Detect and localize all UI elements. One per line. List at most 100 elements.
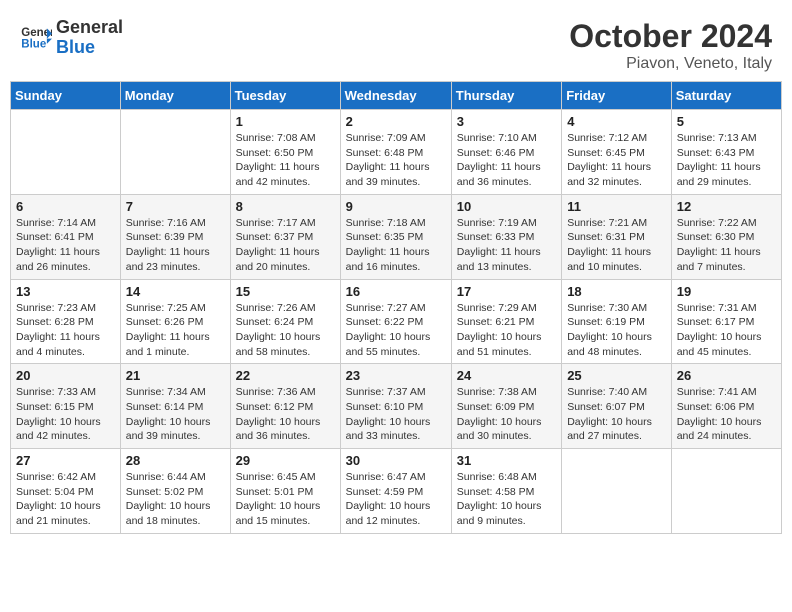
calendar-cell: 8 Sunrise: 7:17 AMSunset: 6:37 PMDaylight…	[230, 194, 340, 279]
sun-info: Sunrise: 7:25 AMSunset: 6:26 PMDaylight:…	[126, 301, 225, 360]
day-number: 2	[346, 114, 446, 129]
day-number: 5	[677, 114, 776, 129]
calendar-cell: 23 Sunrise: 7:37 AMSunset: 6:10 PMDayligh…	[340, 364, 451, 449]
day-number: 22	[236, 368, 335, 383]
calendar-cell: 24 Sunrise: 7:38 AMSunset: 6:09 PMDayligh…	[451, 364, 561, 449]
day-number: 4	[567, 114, 666, 129]
calendar-cell: 29Sunrise: 6:45 AMSunset: 5:01 PMDayligh…	[230, 449, 340, 534]
day-number: 13	[16, 284, 115, 299]
sun-info: Sunrise: 7:10 AMSunset: 6:46 PMDaylight:…	[457, 131, 556, 190]
logo: General Blue General Blue	[20, 18, 123, 58]
calendar-cell: 19Sunrise: 7:31 AMSunset: 6:17 PMDayligh…	[671, 279, 781, 364]
page-header: General Blue General Blue October 2024 P…	[10, 10, 782, 81]
calendar-week-row: 13 Sunrise: 7:23 AMSunset: 6:28 PMDayligh…	[11, 279, 782, 364]
day-number: 6	[16, 199, 115, 214]
sun-info: Sunrise: 7:17 AMSunset: 6:37 PMDaylight:…	[236, 216, 335, 275]
calendar-cell: 11 Sunrise: 7:21 AMSunset: 6:31 PMDayligh…	[562, 194, 672, 279]
sun-info: Sunrise: 7:29 AMSunset: 6:21 PMDaylight:…	[457, 301, 556, 360]
sun-info: Sunrise: 7:16 AMSunset: 6:39 PMDaylight:…	[126, 216, 225, 275]
sun-info: Sunrise: 7:22 AMSunset: 6:30 PMDaylight:…	[677, 216, 776, 275]
sun-info: Sunrise: 7:37 AMSunset: 6:10 PMDaylight:…	[346, 385, 446, 444]
sun-info: Sunrise: 7:26 AMSunset: 6:24 PMDaylight:…	[236, 301, 335, 360]
day-number: 19	[677, 284, 776, 299]
weekday-header-thursday: Thursday	[451, 82, 561, 110]
calendar-cell: 14Sunrise: 7:25 AMSunset: 6:26 PMDayligh…	[120, 279, 230, 364]
weekday-header-wednesday: Wednesday	[340, 82, 451, 110]
calendar-cell	[671, 449, 781, 534]
day-number: 9	[346, 199, 446, 214]
calendar-cell: 9 Sunrise: 7:18 AMSunset: 6:35 PMDaylight…	[340, 194, 451, 279]
calendar-cell: 18 Sunrise: 7:30 AMSunset: 6:19 PMDayligh…	[562, 279, 672, 364]
calendar-cell: 10Sunrise: 7:19 AMSunset: 6:33 PMDayligh…	[451, 194, 561, 279]
day-number: 24	[457, 368, 556, 383]
day-number: 27	[16, 453, 115, 468]
weekday-header-tuesday: Tuesday	[230, 82, 340, 110]
calendar-header-row: SundayMondayTuesdayWednesdayThursdayFrid…	[11, 82, 782, 110]
sun-info: Sunrise: 6:42 AMSunset: 5:04 PMDaylight:…	[16, 470, 115, 529]
day-number: 16	[346, 284, 446, 299]
calendar-cell: 20Sunrise: 7:33 AMSunset: 6:15 PMDayligh…	[11, 364, 121, 449]
day-number: 25	[567, 368, 666, 383]
day-number: 17	[457, 284, 556, 299]
day-number: 11	[567, 199, 666, 214]
title-block: October 2024 Piavon, Veneto, Italy	[569, 18, 772, 73]
sun-info: Sunrise: 7:34 AMSunset: 6:14 PMDaylight:…	[126, 385, 225, 444]
calendar-cell: 13 Sunrise: 7:23 AMSunset: 6:28 PMDayligh…	[11, 279, 121, 364]
calendar-cell: 31 Sunrise: 6:48 AMSunset: 4:58 PMDayligh…	[451, 449, 561, 534]
sun-info: Sunrise: 7:40 AMSunset: 6:07 PMDaylight:…	[567, 385, 666, 444]
sun-info: Sunrise: 6:44 AMSunset: 5:02 PMDaylight:…	[126, 470, 225, 529]
sun-info: Sunrise: 7:13 AMSunset: 6:43 PMDaylight:…	[677, 131, 776, 190]
calendar-cell: 21 Sunrise: 7:34 AMSunset: 6:14 PMDayligh…	[120, 364, 230, 449]
calendar-cell	[562, 449, 672, 534]
calendar-cell: 27 Sunrise: 6:42 AMSunset: 5:04 PMDayligh…	[11, 449, 121, 534]
calendar-cell: 5 Sunrise: 7:13 AMSunset: 6:43 PMDaylight…	[671, 110, 781, 195]
month-title: October 2024	[569, 18, 772, 55]
sun-info: Sunrise: 7:08 AMSunset: 6:50 PMDaylight:…	[236, 131, 335, 190]
sun-info: Sunrise: 7:36 AMSunset: 6:12 PMDaylight:…	[236, 385, 335, 444]
sun-info: Sunrise: 7:21 AMSunset: 6:31 PMDaylight:…	[567, 216, 666, 275]
sun-info: Sunrise: 7:41 AMSunset: 6:06 PMDaylight:…	[677, 385, 776, 444]
calendar-week-row: 20Sunrise: 7:33 AMSunset: 6:15 PMDayligh…	[11, 364, 782, 449]
calendar-cell: 2Sunrise: 7:09 AMSunset: 6:48 PMDaylight…	[340, 110, 451, 195]
day-number: 26	[677, 368, 776, 383]
sun-info: Sunrise: 7:38 AMSunset: 6:09 PMDaylight:…	[457, 385, 556, 444]
weekday-header-monday: Monday	[120, 82, 230, 110]
day-number: 30	[346, 453, 446, 468]
calendar-cell: 3 Sunrise: 7:10 AMSunset: 6:46 PMDaylight…	[451, 110, 561, 195]
calendar-cell: 16 Sunrise: 7:27 AMSunset: 6:22 PMDayligh…	[340, 279, 451, 364]
logo-general: General	[56, 18, 123, 38]
day-number: 31	[457, 453, 556, 468]
sun-info: Sunrise: 7:14 AMSunset: 6:41 PMDaylight:…	[16, 216, 115, 275]
sun-info: Sunrise: 6:48 AMSunset: 4:58 PMDaylight:…	[457, 470, 556, 529]
calendar-cell: 1 Sunrise: 7:08 AMSunset: 6:50 PMDaylight…	[230, 110, 340, 195]
calendar-week-row: 6 Sunrise: 7:14 AMSunset: 6:41 PMDaylight…	[11, 194, 782, 279]
sun-info: Sunrise: 7:27 AMSunset: 6:22 PMDaylight:…	[346, 301, 446, 360]
day-number: 10	[457, 199, 556, 214]
day-number: 3	[457, 114, 556, 129]
calendar-cell	[11, 110, 121, 195]
calendar-cell: 30Sunrise: 6:47 AMSunset: 4:59 PMDayligh…	[340, 449, 451, 534]
day-number: 23	[346, 368, 446, 383]
sun-info: Sunrise: 7:30 AMSunset: 6:19 PMDaylight:…	[567, 301, 666, 360]
day-number: 15	[236, 284, 335, 299]
calendar-cell: 4 Sunrise: 7:12 AMSunset: 6:45 PMDaylight…	[562, 110, 672, 195]
day-number: 18	[567, 284, 666, 299]
day-number: 1	[236, 114, 335, 129]
sun-info: Sunrise: 7:23 AMSunset: 6:28 PMDaylight:…	[16, 301, 115, 360]
calendar-cell: 15 Sunrise: 7:26 AMSunset: 6:24 PMDayligh…	[230, 279, 340, 364]
sun-info: Sunrise: 7:33 AMSunset: 6:15 PMDaylight:…	[16, 385, 115, 444]
day-number: 8	[236, 199, 335, 214]
calendar-week-row: 1 Sunrise: 7:08 AMSunset: 6:50 PMDaylight…	[11, 110, 782, 195]
calendar-cell: 12 Sunrise: 7:22 AMSunset: 6:30 PMDayligh…	[671, 194, 781, 279]
weekday-header-saturday: Saturday	[671, 82, 781, 110]
day-number: 21	[126, 368, 225, 383]
day-number: 12	[677, 199, 776, 214]
sun-info: Sunrise: 7:18 AMSunset: 6:35 PMDaylight:…	[346, 216, 446, 275]
calendar-cell: 7 Sunrise: 7:16 AMSunset: 6:39 PMDaylight…	[120, 194, 230, 279]
calendar-cell: 25 Sunrise: 7:40 AMSunset: 6:07 PMDayligh…	[562, 364, 672, 449]
weekday-header-friday: Friday	[562, 82, 672, 110]
sun-info: Sunrise: 7:12 AMSunset: 6:45 PMDaylight:…	[567, 131, 666, 190]
calendar-week-row: 27 Sunrise: 6:42 AMSunset: 5:04 PMDayligh…	[11, 449, 782, 534]
day-number: 7	[126, 199, 225, 214]
calendar-table: SundayMondayTuesdayWednesdayThursdayFrid…	[10, 81, 782, 534]
